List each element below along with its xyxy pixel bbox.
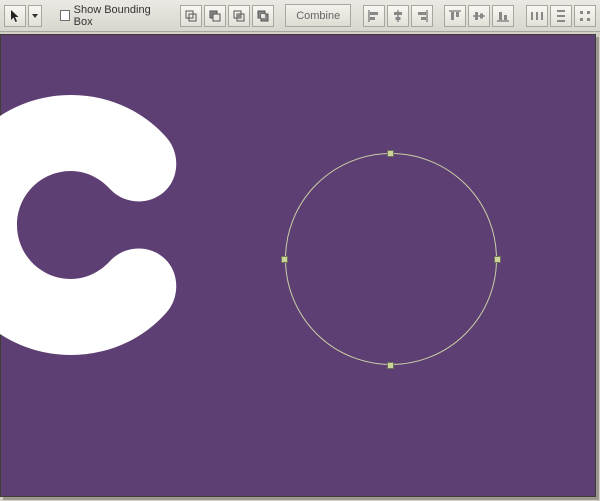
- align-top-icon: [448, 9, 462, 23]
- align-bottom-icon: [496, 9, 510, 23]
- options-toolbar: Show Bounding Box Combine: [0, 0, 600, 32]
- pathfinder-union-button[interactable]: [180, 5, 202, 27]
- align-vcenter-icon: [472, 9, 486, 23]
- align-horizontal-group: [363, 5, 433, 27]
- align-vcenter-button[interactable]: [468, 5, 490, 27]
- pathfinder-intersect-button[interactable]: [228, 5, 250, 27]
- c-letter-shape[interactable]: [0, 85, 211, 365]
- selection-tool-group: [4, 5, 42, 27]
- distribute-icon: [578, 9, 592, 23]
- distribute-group: [526, 5, 596, 27]
- selection-tool-dropdown[interactable]: [28, 5, 42, 27]
- distribute-horizontal-icon: [530, 9, 544, 23]
- distribute-vertical-icon: [554, 9, 568, 23]
- align-left-icon: [367, 9, 381, 23]
- distribute-vertical-button[interactable]: [550, 5, 572, 27]
- align-right-icon: [415, 9, 429, 23]
- align-bottom-button[interactable]: [492, 5, 514, 27]
- align-top-button[interactable]: [444, 5, 466, 27]
- selection-ellipse[interactable]: [285, 153, 497, 365]
- show-bounding-box-option[interactable]: Show Bounding Box: [54, 4, 168, 28]
- canvas-area[interactable]: [0, 34, 600, 501]
- artboard[interactable]: [0, 34, 596, 497]
- selection-handle-left[interactable]: [281, 256, 288, 263]
- align-vertical-group: [444, 5, 514, 27]
- align-hcenter-button[interactable]: [387, 5, 409, 27]
- subtract-icon: [208, 9, 222, 23]
- show-bounding-box-label: Show Bounding Box: [74, 4, 162, 28]
- pointer-icon: [8, 9, 22, 23]
- selection-handle-right[interactable]: [494, 256, 501, 263]
- distribute-spacing-button[interactable]: [574, 5, 596, 27]
- chevron-down-icon: [31, 12, 39, 20]
- align-hcenter-icon: [391, 9, 405, 23]
- union-icon: [184, 9, 198, 23]
- exclude-icon: [256, 9, 270, 23]
- align-right-button[interactable]: [411, 5, 433, 27]
- pathfinder-group: [180, 5, 274, 27]
- combine-button-label: Combine: [296, 10, 340, 22]
- selection-handle-bottom[interactable]: [387, 362, 394, 369]
- combine-button[interactable]: Combine: [285, 4, 351, 27]
- distribute-horizontal-button[interactable]: [526, 5, 548, 27]
- checkbox-icon: [60, 10, 70, 21]
- selection-tool-button[interactable]: [4, 5, 26, 27]
- intersect-icon: [232, 9, 246, 23]
- align-left-button[interactable]: [363, 5, 385, 27]
- selection-handle-top[interactable]: [387, 150, 394, 157]
- pathfinder-exclude-button[interactable]: [252, 5, 274, 27]
- pathfinder-subtract-button[interactable]: [204, 5, 226, 27]
